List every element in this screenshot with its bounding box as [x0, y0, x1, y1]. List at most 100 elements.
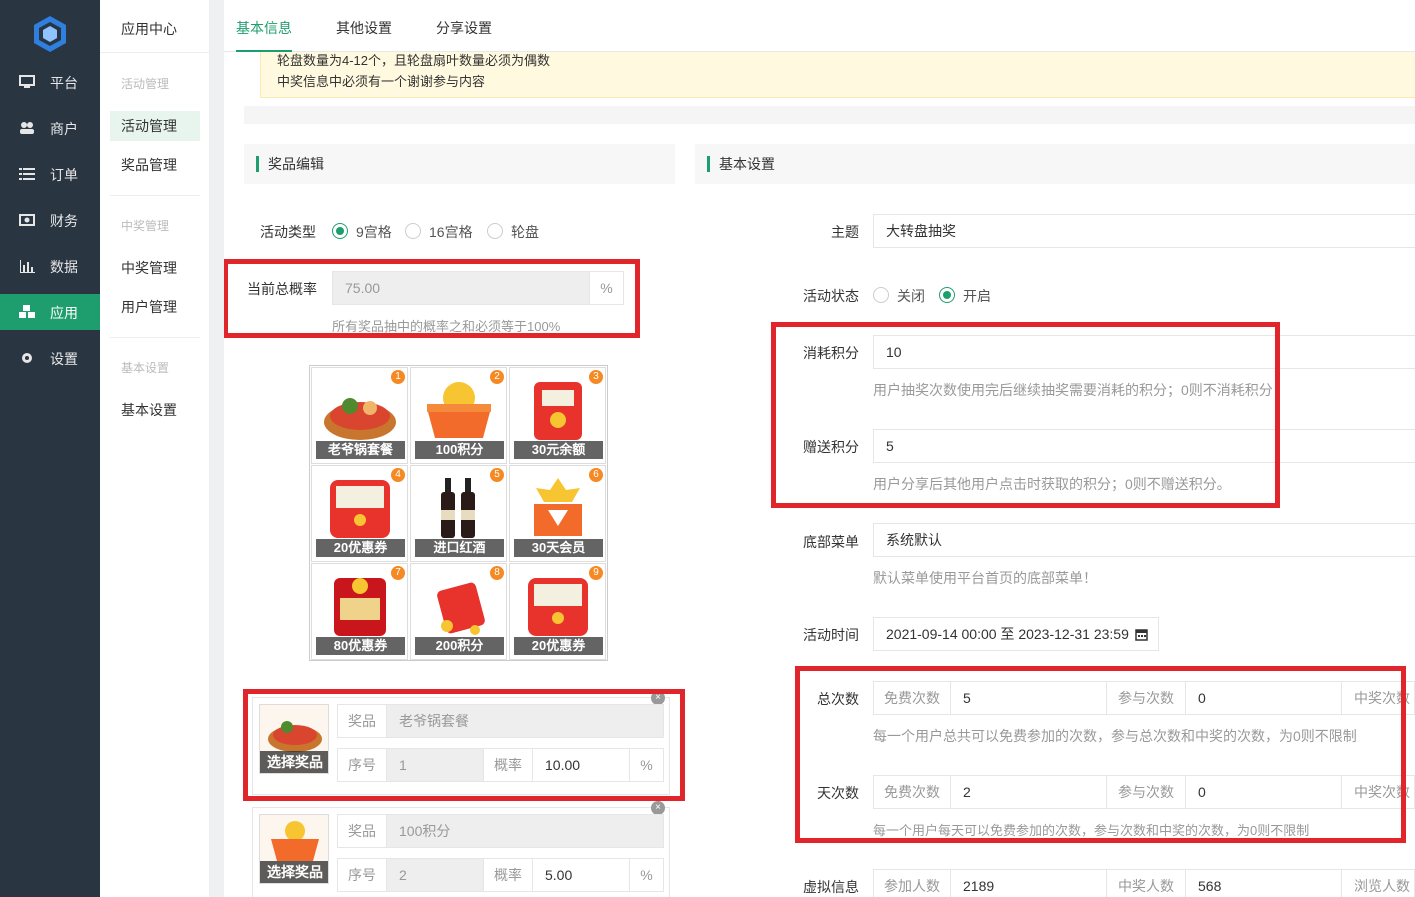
cell-caption: 80优惠券: [316, 637, 405, 655]
cell-caption: 20优惠券: [514, 637, 603, 655]
activity-type-label: 活动类型: [260, 224, 316, 240]
grid-cell[interactable]: 7 80优惠券: [311, 563, 408, 660]
nav-item-settings[interactable]: 设置: [0, 340, 100, 376]
cell-caption: 进口红酒: [415, 539, 504, 557]
time-range-value: 2021-09-14 00:00 至 2023-12-31 23:59: [886, 626, 1129, 642]
subnav-item-users[interactable]: 用户管理: [110, 292, 200, 322]
grid-cell[interactable]: 6 30天会员: [509, 465, 606, 562]
virtual-info-label: 虚拟信息: [803, 879, 859, 895]
divider: [110, 337, 200, 338]
notice-line: 中奖信息中必须有一个谢谢参与内容: [277, 74, 486, 89]
subnav-title: 应用中心: [121, 21, 177, 37]
red-envelope-icon: [534, 382, 582, 440]
order-addon: 序号: [337, 858, 387, 892]
subnav-group-header: 活动管理: [121, 77, 170, 91]
virtual-win-input[interactable]: 568: [1185, 869, 1342, 897]
prize-name-input[interactable]: 100积分: [386, 814, 664, 848]
left-nav: 平台 商户 订单 财务 数据 应用 设置: [0, 0, 100, 897]
nav-label: 数据: [50, 259, 78, 275]
grid-cell[interactable]: 1 老爷锅套餐: [311, 367, 408, 464]
main-content: 轮盘数量为4-12个，且轮盘扇叶数量必须为偶数 中奖信息中必须有一个谢谢参与内容…: [224, 52, 1415, 897]
list-icon: [19, 168, 35, 180]
nav-label: 商户: [50, 121, 78, 137]
cell-number: 1: [391, 370, 405, 384]
virtual-join-input[interactable]: 2189: [950, 869, 1107, 897]
logo-icon[interactable]: [30, 14, 70, 54]
cell-caption: 100积分: [415, 441, 504, 459]
theme-label: 主题: [831, 224, 859, 240]
grid-cell[interactable]: 4 20优惠券: [311, 465, 408, 562]
order-input[interactable]: 2: [386, 858, 484, 892]
radio-label: 关闭: [897, 288, 925, 304]
cell-number: 9: [589, 566, 603, 580]
bottom-menu-label: 底部菜单: [803, 534, 859, 550]
prize-grid: 1 老爷锅套餐 2 100积分 3 30元余额 4 20优惠券 5 进口红酒 6…: [309, 365, 608, 661]
cell-caption: 30天会员: [514, 539, 603, 557]
subnav-item-winning[interactable]: 中奖管理: [110, 253, 200, 283]
highlight-box: [224, 259, 640, 338]
gift-box-coin-icon: [271, 821, 319, 861]
bottom-menu-hint: 默认菜单使用平台首页的底部菜单！: [873, 570, 1097, 586]
highlight-box: [795, 666, 1406, 843]
tab-other-settings[interactable]: 其他设置: [336, 18, 392, 52]
grid-cell[interactable]: 3 30元余额: [509, 367, 606, 464]
theme-input[interactable]: 大转盘抽奖: [873, 214, 1415, 248]
tab-share-settings[interactable]: 分享设置: [436, 18, 492, 52]
users-icon: [20, 122, 34, 134]
grid-cell[interactable]: 5 进口红酒: [410, 465, 507, 562]
percent-addon: %: [629, 858, 664, 892]
gift-box-coin-icon: [427, 382, 491, 438]
subnav-group-header: 中奖管理: [121, 219, 170, 233]
radio-wheel[interactable]: [487, 223, 503, 239]
radio-label: 开启: [963, 288, 991, 304]
nav-item-data[interactable]: 数据: [0, 248, 100, 284]
nav-item-finance[interactable]: 财务: [0, 202, 100, 238]
time-label: 活动时间: [803, 627, 859, 643]
radio-label: 16宫格: [429, 224, 473, 240]
nav-item-order[interactable]: 订单: [0, 156, 100, 192]
subnav-item-basic[interactable]: 基本设置: [110, 395, 200, 425]
virtual-win-addon: 中奖人数: [1106, 869, 1186, 897]
section-prize-edit: 奖品编辑: [244, 144, 675, 184]
vip-box-icon: [534, 478, 582, 536]
subnav-item-activity[interactable]: 活动管理: [110, 111, 200, 141]
cell-caption: 200积分: [415, 637, 504, 655]
select-prize-label: 选择奖品: [260, 861, 328, 883]
subnav-group-header: 基本设置: [121, 361, 170, 375]
subnav-item-prize[interactable]: 奖品管理: [110, 150, 200, 180]
gear-icon: [22, 353, 32, 363]
highlight-box: [243, 689, 685, 801]
radio-9grid[interactable]: [332, 223, 348, 239]
nav-label: 应用: [50, 305, 78, 321]
prize-thumb[interactable]: 选择奖品: [259, 814, 329, 884]
radio-status-on[interactable]: [939, 287, 955, 303]
cell-number: 2: [490, 370, 504, 384]
bar-chart-icon: [20, 260, 35, 273]
prize-addon: 奖品: [337, 814, 387, 848]
bottom-menu-select[interactable]: 系统默认: [873, 523, 1415, 557]
nav-item-app[interactable]: 应用: [0, 294, 100, 330]
cell-number: 3: [589, 370, 603, 384]
virtual-view-addon: 浏览人数: [1341, 869, 1415, 897]
prize-item: × 选择奖品 奖品 100积分 序号 2 概率 5.00 %: [252, 801, 670, 897]
status-label: 活动状态: [803, 288, 859, 304]
time-range-input[interactable]: 2021-09-14 00:00 至 2023-12-31 23:59: [873, 617, 1159, 651]
radio-16grid[interactable]: [405, 223, 421, 239]
grid-cell[interactable]: 2 100积分: [410, 367, 507, 464]
cell-number: 7: [391, 566, 405, 580]
nav-item-platform[interactable]: 平台: [0, 64, 100, 100]
radio-status-off[interactable]: [873, 287, 889, 303]
nav-label: 订单: [50, 167, 78, 183]
nav-item-merchant[interactable]: 商户: [0, 110, 100, 146]
cell-number: 4: [391, 468, 405, 482]
notice-box: 轮盘数量为4-12个，且轮盘扇叶数量必须为偶数 中奖信息中必须有一个谢谢参与内容: [260, 52, 1415, 98]
gutter: [210, 0, 224, 897]
grid-cell[interactable]: 8 200积分: [410, 563, 507, 660]
close-icon[interactable]: ×: [651, 801, 665, 815]
prob-input[interactable]: 5.00: [532, 858, 630, 892]
tab-basic-info[interactable]: 基本信息: [236, 18, 292, 52]
section-title: 基本设置: [719, 156, 775, 172]
nav-label: 财务: [50, 213, 78, 229]
grid-cell[interactable]: 9 20优惠券: [509, 563, 606, 660]
cell-caption: 30元余额: [514, 441, 603, 459]
